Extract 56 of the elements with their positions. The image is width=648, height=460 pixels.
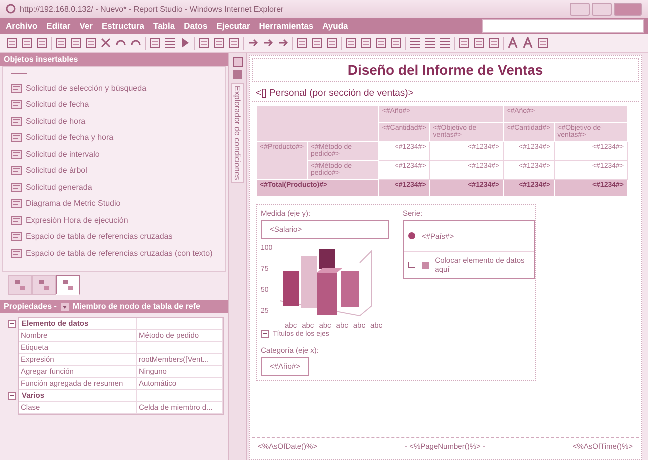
align-center-icon[interactable] bbox=[424, 37, 436, 49]
insertable-object-item[interactable]: Solicitud de selección y búsqueda bbox=[11, 80, 225, 96]
panel-tab[interactable] bbox=[8, 275, 32, 295]
menu-item[interactable]: Editar bbox=[46, 21, 71, 31]
collapse-icon[interactable] bbox=[261, 330, 269, 338]
font-color-icon[interactable] bbox=[522, 37, 534, 49]
font-icon[interactable] bbox=[507, 37, 519, 49]
insertable-object-item[interactable]: Solicitud de fecha bbox=[11, 96, 225, 113]
form-icon bbox=[11, 216, 22, 225]
form-icon bbox=[11, 133, 22, 142]
menu-item[interactable]: Tabla bbox=[154, 21, 176, 31]
form-icon bbox=[11, 199, 22, 208]
insertable-object-item[interactable]: Espacio de tabla de referencias cruzadas (con texto) bbox=[11, 245, 225, 262]
insertable-object-item[interactable]: Solicitud de intervalo bbox=[11, 146, 225, 162]
insertable-object-item[interactable]: Expresión Hora de ejecución bbox=[11, 212, 225, 228]
right-arrow-icon[interactable] bbox=[262, 37, 274, 49]
rows-icon[interactable] bbox=[164, 37, 176, 49]
menu-item[interactable]: Ver bbox=[80, 21, 93, 31]
crosstab-title: <[] Personal (por sección de ventas)> bbox=[252, 82, 639, 102]
panel-tab[interactable] bbox=[56, 275, 80, 295]
menu-item[interactable]: Ayuda bbox=[322, 21, 348, 31]
insertable-object-item[interactable]: Solicitud de hora bbox=[11, 113, 225, 130]
form-icon bbox=[11, 150, 22, 159]
report-title: Diseño del Informe de Ventas bbox=[252, 58, 639, 82]
address-field[interactable] bbox=[482, 19, 644, 33]
insertable-object-item[interactable]: Solicitud de árbol bbox=[11, 162, 225, 179]
insertable-object-item[interactable]: Solicitud generada bbox=[11, 179, 225, 196]
play-icon[interactable] bbox=[179, 37, 191, 49]
menu-item[interactable]: Ejecutar bbox=[216, 21, 250, 31]
close-button[interactable] bbox=[614, 2, 642, 16]
side-tab[interactable]: Explorador de condiciones bbox=[231, 83, 244, 184]
menu-item[interactable]: Herramientas bbox=[259, 21, 314, 31]
form-icon bbox=[11, 248, 22, 258]
panel-subtitle: Miembro de nodo de tabla de refe bbox=[72, 302, 200, 311]
form-icon bbox=[11, 116, 22, 126]
insertable-object-item[interactable]: Solicitud de fecha y hora bbox=[11, 130, 225, 146]
menu-item[interactable]: Archivo bbox=[6, 21, 38, 31]
collapse-icon[interactable] bbox=[8, 320, 16, 328]
delete-icon[interactable] bbox=[100, 37, 112, 49]
form-icon bbox=[11, 100, 22, 110]
panel-tab[interactable] bbox=[32, 275, 56, 295]
insertable-object-item[interactable]: Espacio de tabla de referencias cruzadas bbox=[11, 228, 225, 245]
panel-header: Propiedades - bbox=[4, 302, 57, 311]
form-icon bbox=[11, 84, 22, 93]
window-title: http://192.168.0.132/ - Nuevo* - Report Studio - Windows Internet Explorer bbox=[20, 4, 284, 14]
panel-header: Objetos insertables bbox=[0, 53, 228, 66]
collapse-icon[interactable] bbox=[8, 392, 16, 400]
insertable-object-item[interactable]: Diagrama de Metric Studio bbox=[11, 196, 225, 212]
align-right-icon[interactable] bbox=[439, 37, 451, 49]
form-icon bbox=[11, 166, 22, 176]
menu-item[interactable]: Estructura bbox=[102, 21, 145, 31]
form-icon bbox=[11, 182, 22, 192]
menu-item[interactable]: Datos bbox=[184, 21, 208, 31]
form-icon bbox=[11, 232, 22, 242]
align-left-icon[interactable] bbox=[409, 37, 421, 49]
dropdown-icon[interactable] bbox=[60, 302, 69, 310]
